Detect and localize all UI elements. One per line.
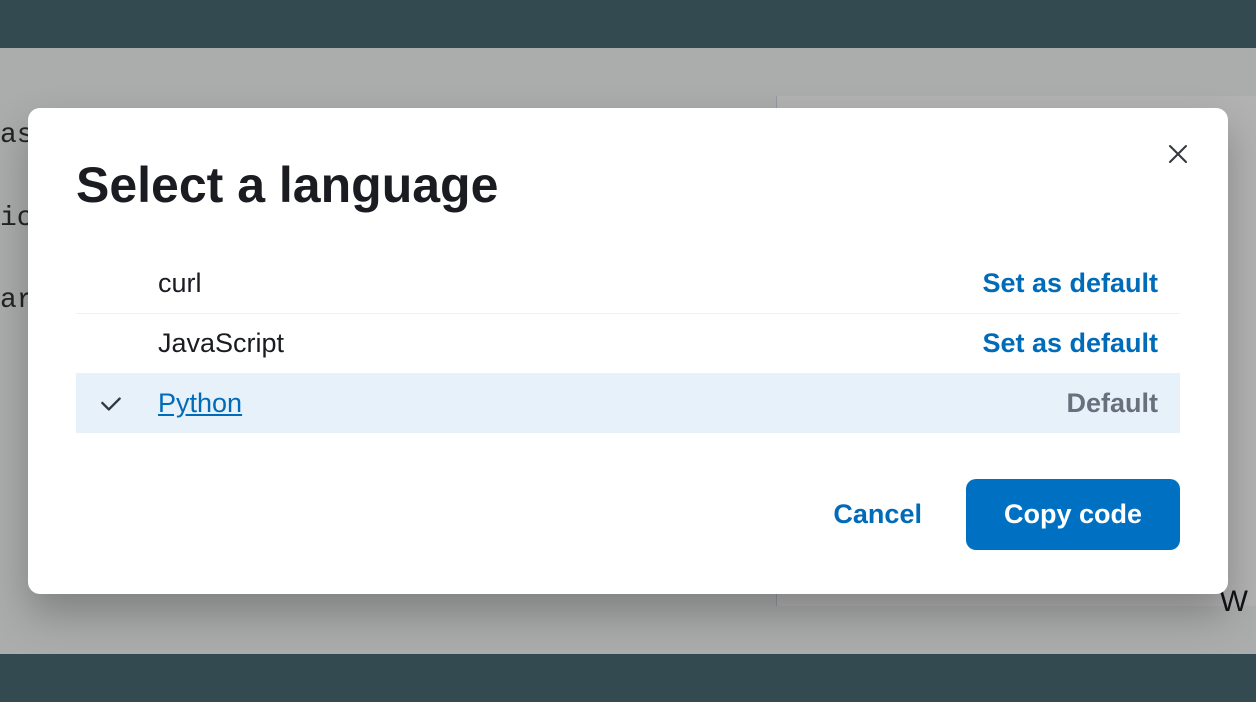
language-name: JavaScript bbox=[158, 328, 982, 359]
modal-overlay: Select a language curl Set as default Ja… bbox=[0, 0, 1256, 702]
close-button[interactable] bbox=[1160, 136, 1196, 172]
close-icon bbox=[1166, 142, 1190, 166]
language-row-python[interactable]: Python Default bbox=[76, 374, 1180, 433]
default-label: Default bbox=[1066, 388, 1158, 419]
select-language-modal: Select a language curl Set as default Ja… bbox=[28, 108, 1228, 594]
check-wrap bbox=[98, 391, 158, 417]
language-name-link[interactable]: Python bbox=[158, 388, 1066, 419]
set-default-button[interactable]: Set as default bbox=[982, 328, 1158, 359]
modal-title: Select a language bbox=[76, 156, 1180, 214]
cancel-button[interactable]: Cancel bbox=[825, 481, 930, 548]
language-list: curl Set as default JavaScript Set as de… bbox=[76, 254, 1180, 433]
language-name: curl bbox=[158, 268, 982, 299]
modal-footer: Cancel Copy code bbox=[76, 479, 1180, 550]
language-row-curl[interactable]: curl Set as default bbox=[76, 254, 1180, 314]
check-icon bbox=[98, 391, 124, 417]
language-row-javascript[interactable]: JavaScript Set as default bbox=[76, 314, 1180, 374]
set-default-button[interactable]: Set as default bbox=[982, 268, 1158, 299]
copy-code-button[interactable]: Copy code bbox=[966, 479, 1180, 550]
